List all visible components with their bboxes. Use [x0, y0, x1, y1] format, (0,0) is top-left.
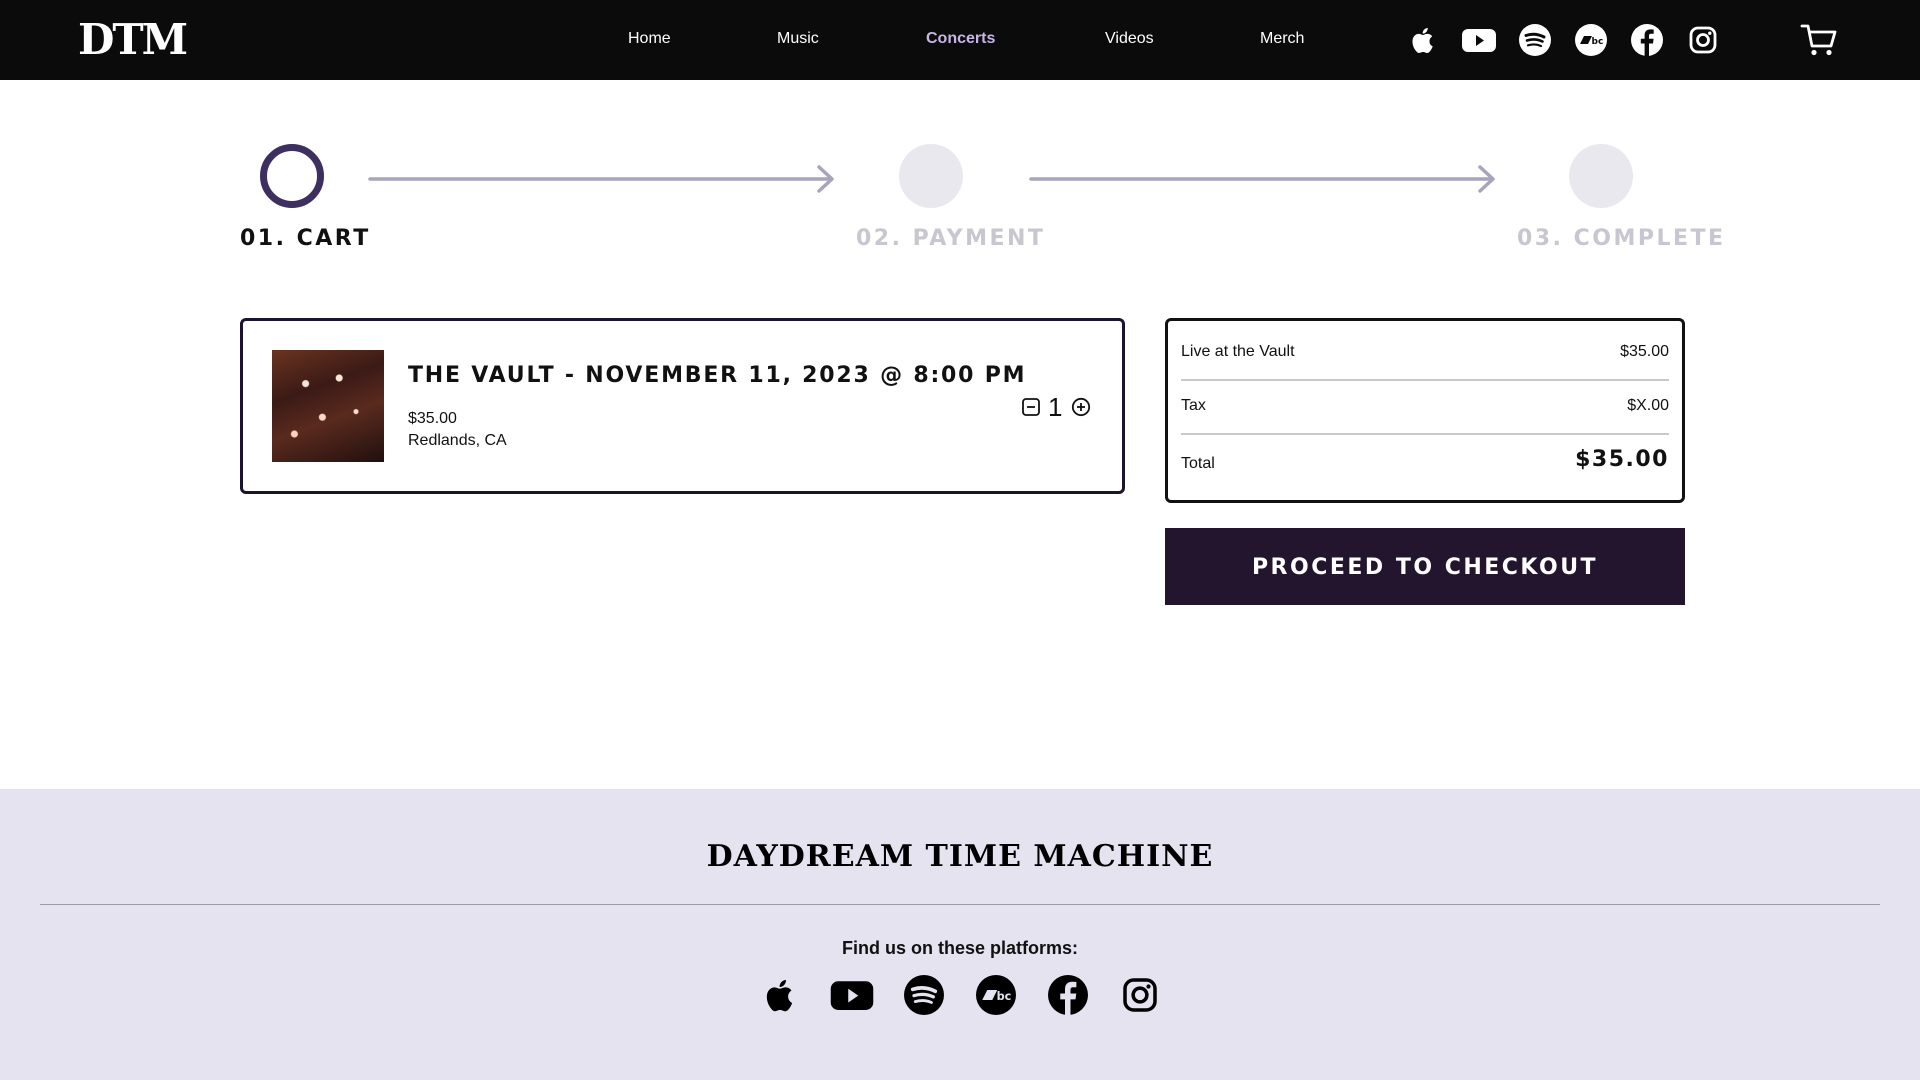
apple-music-icon[interactable] — [755, 970, 805, 1020]
plus-icon — [1071, 397, 1091, 417]
minus-icon — [1022, 398, 1040, 416]
decrease-quantity-button[interactable] — [1021, 397, 1041, 417]
spotify-icon[interactable] — [1515, 20, 1555, 60]
site-footer: DAYDREAM TIME MACHINE Find us on these p… — [0, 789, 1920, 1080]
step-complete-label: 03. COMPLETE — [1517, 226, 1726, 251]
quantity-value: 1 — [1048, 392, 1063, 422]
nav-link-home[interactable]: Home — [628, 29, 671, 49]
event-title: THE VAULT - NOVEMBER 11, 2023 @ 8:00 PM — [408, 363, 1027, 388]
proceed-to-checkout-button[interactable]: PROCEED TO CHECKOUT — [1165, 528, 1685, 605]
bandcamp-icon[interactable]: bc — [971, 970, 1021, 1020]
site-logo[interactable]: DTM — [78, 18, 188, 62]
bandcamp-icon[interactable]: bc — [1571, 20, 1611, 60]
increase-quantity-button[interactable] — [1071, 397, 1091, 417]
summary-divider — [1181, 379, 1669, 381]
cart-item-card: THE VAULT - NOVEMBER 11, 2023 @ 8:00 PM … — [240, 318, 1125, 494]
step-payment-label: 02. PAYMENT — [856, 226, 1046, 251]
summary-total-value: $35.00 — [1575, 447, 1669, 472]
cart-icon[interactable] — [1800, 22, 1838, 58]
nav-link-merch[interactable]: Merch — [1260, 29, 1304, 49]
nav-link-music[interactable]: Music — [777, 29, 819, 49]
summary-divider — [1181, 433, 1669, 435]
facebook-icon[interactable] — [1043, 970, 1093, 1020]
summary-tax-label: Tax — [1181, 397, 1206, 414]
nav-link-videos[interactable]: Videos — [1105, 29, 1154, 49]
step-cart-label: 01. CART — [240, 226, 371, 251]
youtube-icon[interactable] — [1459, 20, 1499, 60]
event-location: Redlands, CA — [408, 432, 507, 449]
step-arrow-1 — [368, 165, 834, 193]
facebook-icon[interactable] — [1627, 20, 1667, 60]
spotify-icon[interactable] — [899, 970, 949, 1020]
nav-link-concerts[interactable]: Concerts — [926, 29, 995, 49]
event-thumbnail — [272, 350, 384, 462]
summary-tax-value: $X.00 — [1627, 397, 1669, 414]
footer-divider — [40, 904, 1880, 905]
svg-text:bc: bc — [1592, 37, 1604, 47]
summary-item-value: $35.00 — [1620, 343, 1669, 360]
footer-logo: DAYDREAM TIME MACHINE — [706, 839, 1214, 874]
svg-text:bc: bc — [997, 990, 1012, 1003]
instagram-icon[interactable] — [1115, 970, 1165, 1020]
step-cart-indicator — [260, 144, 324, 208]
footer-tagline: Find us on these platforms: — [841, 938, 1078, 958]
order-summary: Live at the Vault $35.00 Tax $X.00 Total… — [1165, 318, 1685, 503]
step-complete-indicator — [1569, 144, 1633, 208]
site-header: DTM Home Music Concerts Videos Merch bc — [0, 0, 1920, 80]
apple-music-icon[interactable] — [1403, 20, 1443, 60]
instagram-icon[interactable] — [1683, 20, 1723, 60]
youtube-icon[interactable] — [827, 970, 877, 1020]
step-payment-indicator — [899, 144, 963, 208]
summary-total-label: Total — [1181, 455, 1215, 472]
summary-item-label: Live at the Vault — [1181, 343, 1295, 360]
step-arrow-2 — [1029, 165, 1495, 193]
event-price: $35.00 — [408, 410, 457, 427]
